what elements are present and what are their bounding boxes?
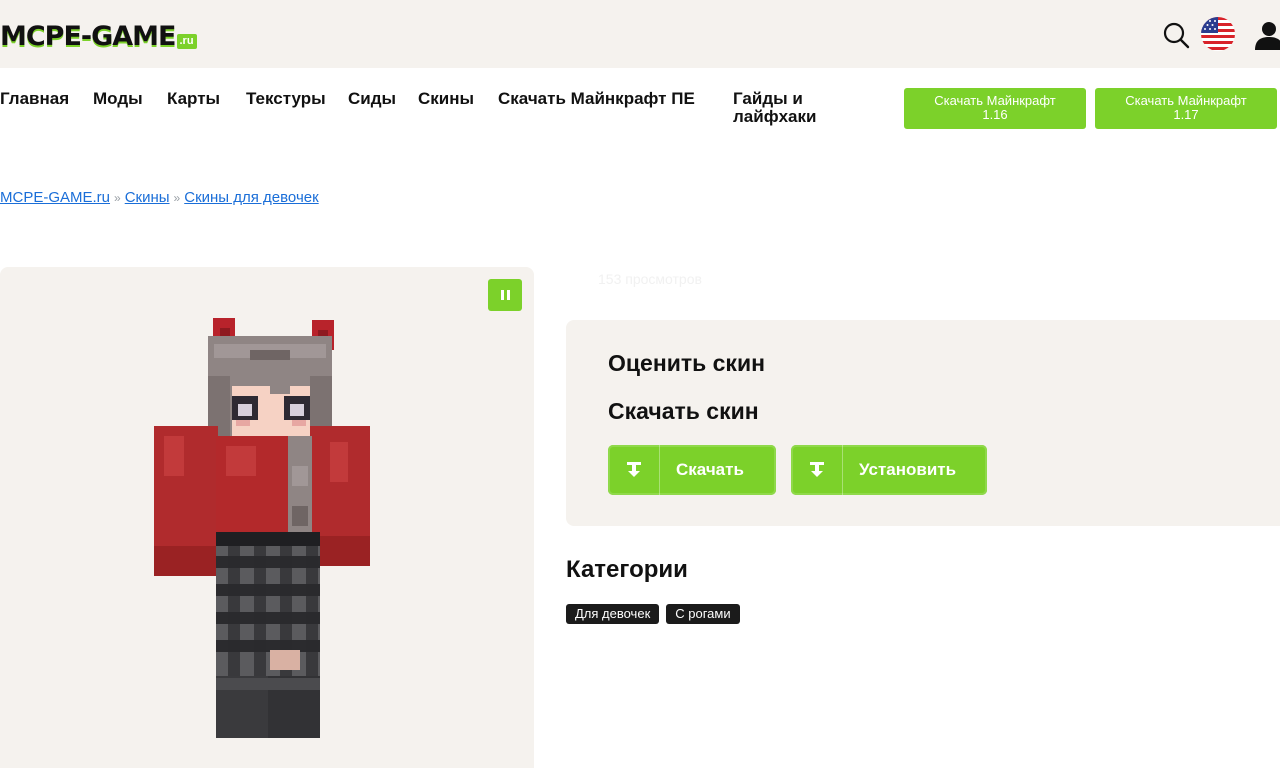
- button-label-line2: 1.16: [982, 107, 1008, 122]
- download-skin-heading: Скачать скин: [608, 398, 759, 424]
- nav-item-mods[interactable]: Моды: [93, 90, 143, 108]
- breadcrumb-girls-skins[interactable]: Скины для девочек: [184, 189, 318, 206]
- nav-item-home[interactable]: Главная: [0, 90, 69, 108]
- nav-item-seeds[interactable]: Сиды: [348, 90, 396, 108]
- install-skin-button[interactable]: Установить: [791, 445, 987, 495]
- us-flag-icon[interactable]: [1200, 16, 1236, 52]
- button-label-line1: Скачать Майнкрафт: [1125, 93, 1247, 108]
- button-label-line1: Скачать Майнкрафт: [934, 93, 1056, 108]
- download-skin-label: Скачать: [676, 460, 744, 479]
- install-skin-label: Установить: [859, 460, 957, 479]
- pause-icon: [506, 290, 510, 300]
- download-icon: [608, 445, 660, 495]
- breadcrumb: MCPE-GAME.ru» Скины» Скины для девочек: [0, 189, 319, 206]
- nav-item-textures[interactable]: Текстуры: [246, 90, 326, 108]
- site-logo[interactable]: MCPE-GAME .ru: [0, 18, 197, 52]
- download-minecraft-116-button[interactable]: Скачать Майнкрафт 1.16: [904, 88, 1086, 129]
- tag-girls[interactable]: Для девочек: [566, 604, 660, 624]
- search-icon[interactable]: [1162, 21, 1190, 49]
- category-tags: Для девочек С рогами: [566, 604, 740, 624]
- breadcrumb-separator: »: [173, 191, 181, 205]
- nav-item-download-pe[interactable]: Скачать Майнкрафт ПЕ: [498, 90, 698, 108]
- download-minecraft-117-button[interactable]: Скачать Майнкрафт 1.17: [1095, 88, 1277, 129]
- nav-item-skins[interactable]: Скины: [418, 90, 474, 108]
- pause-icon: [500, 290, 504, 300]
- button-label-line2: 1.17: [1173, 107, 1199, 122]
- rate-skin-heading: Оценить скин: [608, 350, 765, 376]
- user-icon[interactable]: [1252, 20, 1280, 50]
- breadcrumb-home[interactable]: MCPE-GAME.ru: [0, 189, 110, 206]
- install-icon: [791, 445, 843, 495]
- download-skin-button[interactable]: Скачать: [608, 445, 776, 495]
- views-count: 153 просмотров: [598, 271, 702, 287]
- pause-animation-button[interactable]: [488, 279, 522, 311]
- breadcrumb-separator: »: [114, 191, 121, 205]
- breadcrumb-skins[interactable]: Скины: [125, 189, 170, 206]
- nav-item-maps[interactable]: Карты: [167, 90, 220, 108]
- logo-suffix: .ru: [176, 34, 197, 49]
- tag-horns[interactable]: С рогами: [666, 604, 740, 624]
- skin-3d-model[interactable]: [150, 316, 376, 740]
- nav-item-guides[interactable]: Гайды и лайфхаки: [733, 90, 853, 126]
- logo-text: MCPE-GAME: [0, 21, 176, 52]
- categories-heading: Категории: [566, 556, 688, 583]
